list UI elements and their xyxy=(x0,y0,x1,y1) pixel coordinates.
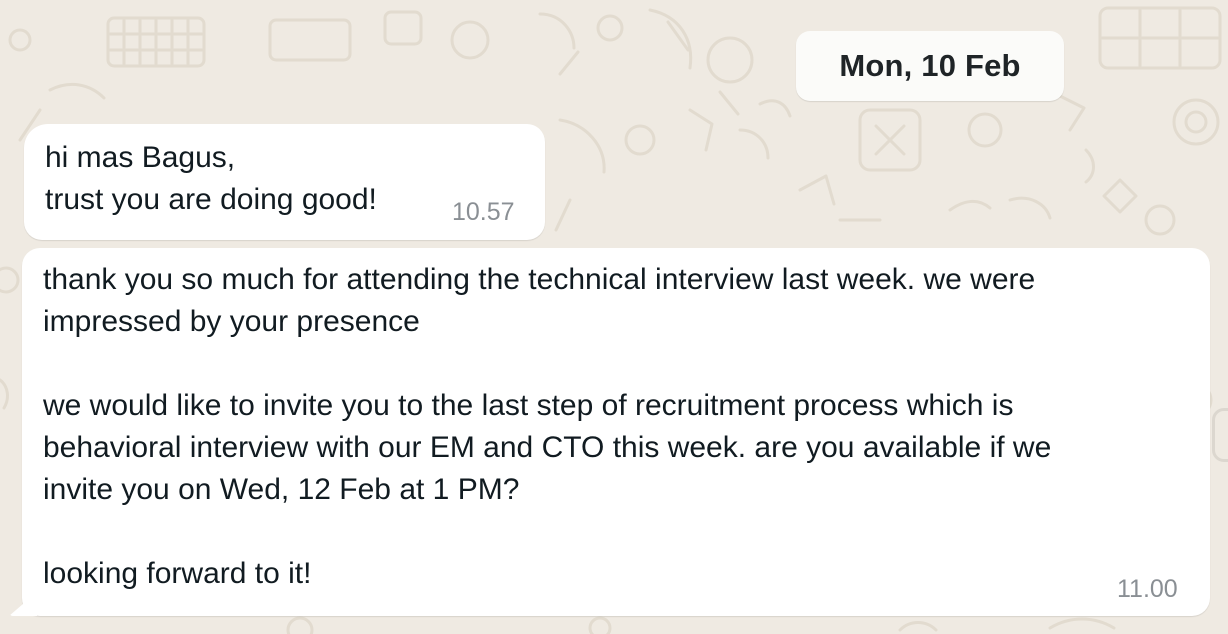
date-separator: Mon, 10 Feb xyxy=(796,31,1064,101)
message-text-line: we would like to invite you to the last … xyxy=(43,389,1014,422)
message-text-line: invite you on Wed, 12 Feb at 1 PM? xyxy=(43,473,520,506)
message-text-line: behavioral interview with our EM and CTO… xyxy=(43,431,1052,464)
message-text-line: impressed by your presence xyxy=(43,305,420,338)
scroll-handle[interactable] xyxy=(1212,408,1228,462)
message-text-line: thank you so much for attending the tech… xyxy=(43,263,1036,296)
message-timestamp: 11.00 xyxy=(1117,575,1178,603)
message-text-line: hi mas Bagus, xyxy=(45,141,236,174)
incoming-message-bubble[interactable]: thank you so much for attending the tech… xyxy=(22,248,1210,616)
incoming-message-bubble[interactable]: hi mas Bagus, trust you are doing good! … xyxy=(24,124,545,240)
message-timestamp: 10.57 xyxy=(452,198,515,226)
message-text-line: looking forward to it! xyxy=(43,557,312,590)
message-text-line: trust you are doing good! xyxy=(45,183,377,216)
date-separator-label: Mon, 10 Feb xyxy=(839,48,1021,83)
